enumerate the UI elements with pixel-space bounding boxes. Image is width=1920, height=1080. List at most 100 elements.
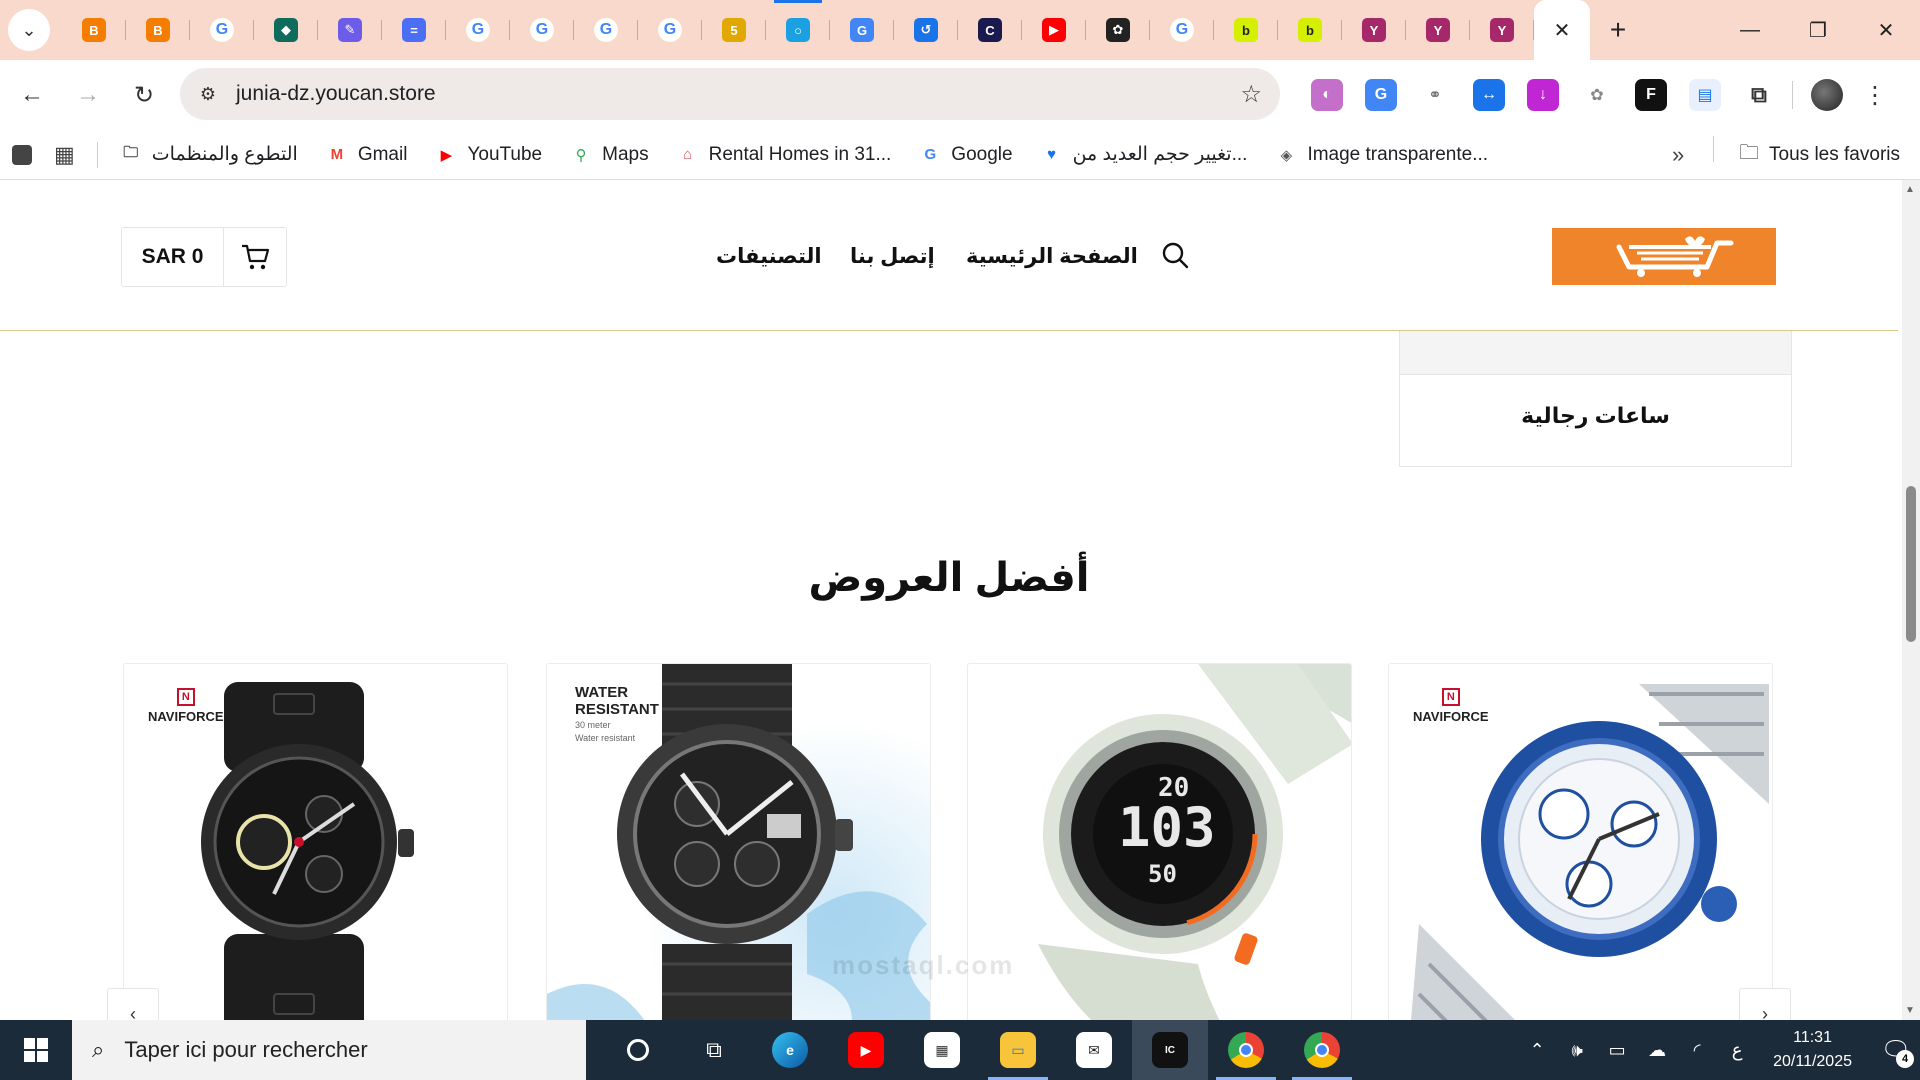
cortana-icon: [627, 1039, 649, 1061]
reload-button[interactable]: ↻: [120, 71, 168, 119]
close-window-button[interactable]: ✕: [1852, 0, 1920, 60]
browser-tab[interactable]: G: [446, 0, 510, 60]
menu-kebab-icon[interactable]: ⋮: [1863, 81, 1887, 110]
url-text[interactable]: junia-dz.youcan.store: [236, 82, 436, 106]
site-header: SAR 0 التصنيفات إتصل بنا الصفحة الرئيسية: [0, 180, 1898, 331]
page-scrollbar[interactable]: ▲ ▼: [1902, 180, 1920, 1020]
tab-search-button[interactable]: ⌄: [8, 9, 50, 51]
browser-tab[interactable]: ◆: [254, 0, 318, 60]
new-tab-button[interactable]: +: [1596, 8, 1640, 52]
notifications-button[interactable]: 🗨 4: [1872, 1020, 1920, 1080]
scrollbar-thumb[interactable]: [1906, 486, 1916, 642]
browser-tab[interactable]: G: [830, 0, 894, 60]
language-indicator[interactable]: ع: [1717, 1040, 1757, 1061]
browser-tab[interactable]: ✎: [318, 0, 382, 60]
tab-groups-icon[interactable]: [12, 144, 32, 165]
browser-tab[interactable]: ▶: [1022, 0, 1086, 60]
task-view-button[interactable]: ⧉: [676, 1020, 752, 1080]
browser-tab[interactable]: Y: [1406, 0, 1470, 60]
youtube-app[interactable]: ▶: [828, 1020, 904, 1080]
wifi-icon[interactable]: ◜: [1677, 1040, 1717, 1061]
translate-extension-icon[interactable]: G: [1365, 79, 1397, 111]
edge-app[interactable]: e: [752, 1020, 828, 1080]
bookmark-item[interactable]: ⌂ Rental Homes in 31...: [677, 144, 891, 166]
nav-home[interactable]: الصفحة الرئيسية: [966, 244, 1138, 269]
browser-tab[interactable]: b: [1214, 0, 1278, 60]
chevron-up-icon[interactable]: ⌃: [1517, 1040, 1557, 1061]
restore-button[interactable]: ❐: [1784, 0, 1852, 60]
profile-avatar[interactable]: [1811, 79, 1843, 111]
battery-icon[interactable]: ▭: [1597, 1040, 1637, 1061]
browser-tab[interactable]: G: [190, 0, 254, 60]
cortana-button[interactable]: [600, 1020, 676, 1080]
taskbar-search[interactable]: ⌕ Taper ici pour rechercher: [72, 1020, 586, 1080]
copilot-extension-icon[interactable]: ◐: [1311, 79, 1343, 111]
bookmark-item[interactable]: 🗀 التطوع والمنظمات: [120, 143, 298, 166]
product-card[interactable]: N NAVIFORCE: [123, 663, 508, 1020]
start-button[interactable]: [0, 1020, 72, 1080]
chrome-profile-app[interactable]: [1284, 1020, 1360, 1080]
reverse-extension-icon[interactable]: ↔: [1473, 79, 1505, 111]
browser-tab[interactable]: C: [958, 0, 1022, 60]
browser-tab[interactable]: B: [62, 0, 126, 60]
explorer-app[interactable]: ▭: [980, 1020, 1056, 1080]
browser-tab[interactable]: =: [382, 0, 446, 60]
bookmark-item[interactable]: ⚲ Maps: [570, 144, 649, 166]
chatgpt-extension-icon[interactable]: ✿: [1581, 79, 1613, 111]
back-button[interactable]: ←: [8, 71, 56, 119]
dark-extension-icon[interactable]: F: [1635, 79, 1667, 111]
more-bookmarks-icon[interactable]: »: [1672, 142, 1684, 168]
page-viewport[interactable]: SAR 0 التصنيفات إتصل بنا الصفحة الرئيسية: [0, 180, 1920, 1020]
site-info-icon[interactable]: ⚙: [188, 74, 228, 114]
bookmark-item[interactable]: G Google: [919, 144, 1012, 166]
store-logo[interactable]: [1552, 228, 1776, 285]
product-card[interactable]: 103 20 50: [967, 663, 1352, 1020]
bookmark-item[interactable]: ▶ YouTube: [435, 144, 542, 166]
browser-tab[interactable]: G: [510, 0, 574, 60]
browser-tab[interactable]: Y: [1470, 0, 1534, 60]
nav-contact[interactable]: إتصل بنا: [850, 244, 935, 269]
markets-app[interactable]: IC: [1132, 1020, 1208, 1080]
product-card[interactable]: N NAVIFORCE: [1388, 663, 1773, 1020]
browser-tab[interactable]: G: [574, 0, 638, 60]
browser-tab[interactable]: ○: [766, 0, 830, 60]
nav-categories[interactable]: التصنيفات: [716, 244, 822, 269]
address-bar[interactable]: ⚙ junia-dz.youcan.store ☆: [180, 68, 1280, 120]
browser-tab[interactable]: ✿: [1086, 0, 1150, 60]
mail-app[interactable]: ✉: [1056, 1020, 1132, 1080]
active-tab[interactable]: ✕: [1534, 0, 1590, 60]
docs-extension-icon[interactable]: ▤: [1689, 79, 1721, 111]
bookmark-item[interactable]: M Gmail: [326, 144, 408, 166]
apps-grid-icon[interactable]: ▦: [54, 142, 75, 168]
browser-tab[interactable]: ↺: [894, 0, 958, 60]
carousel-prev-button[interactable]: ‹: [107, 988, 159, 1020]
category-card[interactable]: ساعات رجالية: [1399, 331, 1792, 467]
scroll-down-icon[interactable]: ▼: [1905, 1005, 1915, 1016]
bookmark-star-icon[interactable]: ☆: [1240, 80, 1262, 109]
minimize-button[interactable]: —: [1716, 0, 1784, 60]
link-extension-icon[interactable]: ⚭: [1419, 79, 1451, 111]
browser-tab[interactable]: G: [1150, 0, 1214, 60]
browser-tab[interactable]: G: [638, 0, 702, 60]
bookmark-item[interactable]: ♥ تغيير حجم العديد من...: [1041, 143, 1247, 166]
volume-icon[interactable]: 🕪: [1557, 1040, 1597, 1061]
clock[interactable]: 11:31 20/11/2025: [1773, 1026, 1852, 1074]
browser-tab[interactable]: B: [126, 0, 190, 60]
carousel-next-button[interactable]: ›: [1739, 988, 1791, 1020]
scroll-up-icon[interactable]: ▲: [1905, 184, 1915, 195]
forward-button[interactable]: →: [64, 71, 112, 119]
onedrive-icon[interactable]: ☁: [1637, 1040, 1677, 1061]
search-icon[interactable]: [1160, 240, 1190, 275]
store-app[interactable]: ▦: [904, 1020, 980, 1080]
chrome-app[interactable]: [1208, 1020, 1284, 1080]
cart-button[interactable]: SAR 0: [121, 227, 287, 287]
lime-app-icon: b: [1234, 18, 1258, 42]
close-tab-icon[interactable]: ✕: [1554, 18, 1571, 43]
browser-tab[interactable]: Y: [1342, 0, 1406, 60]
puzzle-icon[interactable]: ⧉: [1743, 79, 1775, 111]
download-extension-icon[interactable]: ↓: [1527, 79, 1559, 111]
all-bookmarks-folder[interactable]: 🗀 Tous les favoris: [1713, 135, 1900, 172]
bookmark-item[interactable]: ◈ Image transparente...: [1275, 144, 1488, 166]
browser-tab[interactable]: b: [1278, 0, 1342, 60]
browser-tab[interactable]: 5: [702, 0, 766, 60]
